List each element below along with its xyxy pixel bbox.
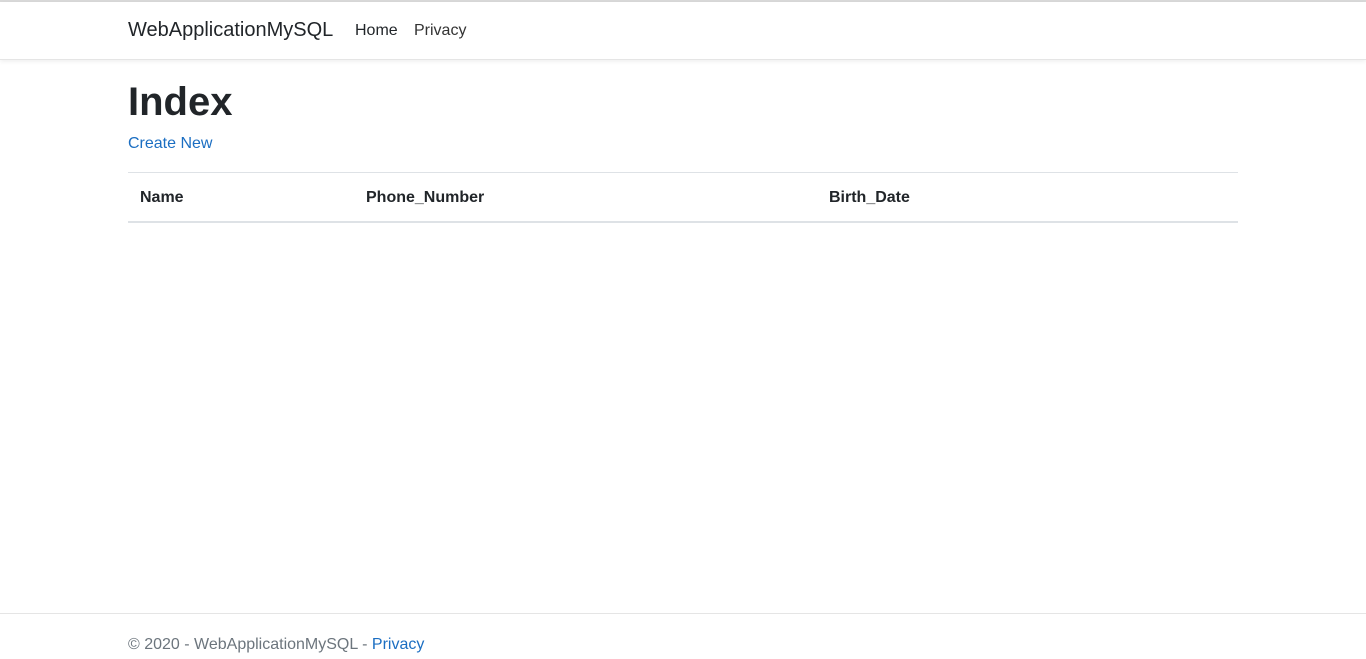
table-header-row: Name Phone_Number Birth_Date <box>128 172 1238 223</box>
nav-link-home[interactable]: Home <box>355 22 398 40</box>
footer-copyright: © 2020 - WebApplicationMySQL - <box>128 636 372 653</box>
navbar-brand[interactable]: WebApplicationMySQL <box>128 19 333 42</box>
footer-text: © 2020 - WebApplicationMySQL - Privacy <box>128 636 424 654</box>
records-table: Name Phone_Number Birth_Date <box>128 172 1238 223</box>
footer-privacy-link[interactable]: Privacy <box>372 636 424 653</box>
column-header-birth-date: Birth_Date <box>817 172 1238 223</box>
footer: © 2020 - WebApplicationMySQL - Privacy <box>0 613 1366 659</box>
column-header-name: Name <box>128 172 354 223</box>
page-title: Index <box>128 80 233 124</box>
create-new-link[interactable]: Create New <box>128 135 212 153</box>
nav-link-privacy[interactable]: Privacy <box>414 22 466 40</box>
column-header-phone-number: Phone_Number <box>354 172 817 223</box>
table-header: Name Phone_Number Birth_Date <box>128 172 1238 223</box>
navbar: WebApplicationMySQL Home Privacy <box>0 2 1366 60</box>
